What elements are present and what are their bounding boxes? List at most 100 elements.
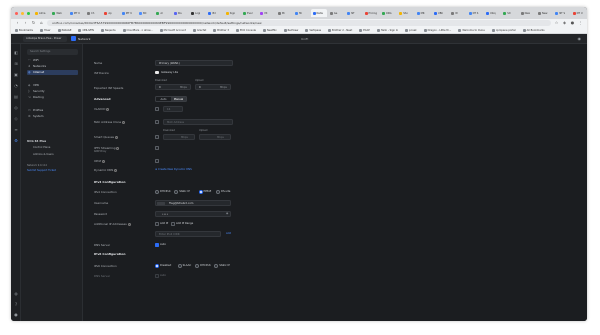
add-ip-range-checkbox[interactable] bbox=[171, 222, 175, 226]
sidebar-item-security[interactable]: ◊ Security bbox=[27, 89, 78, 94]
upnp-checkbox[interactable] bbox=[155, 159, 159, 163]
dashboard-icon[interactable]: ◧ bbox=[13, 50, 19, 56]
browser-tab[interactable]: Sign bbox=[224, 9, 240, 17]
vlan-checkbox[interactable] bbox=[155, 107, 159, 111]
ipv6-radio-dhcpv6[interactable] bbox=[195, 264, 200, 268]
support-ticket-link[interactable]: Submit Support Ticket bbox=[27, 169, 56, 172]
browser-tab[interactable]: Web bbox=[50, 9, 66, 17]
browser-tab[interactable]: Ge bbox=[328, 9, 344, 17]
bookmark-item[interactable]: Cloudflare · n allow... bbox=[122, 28, 153, 32]
ipv6-radio-slaac[interactable] bbox=[177, 264, 182, 268]
minimize-window-icon[interactable] bbox=[21, 11, 24, 15]
account-icon[interactable]: ● bbox=[13, 312, 19, 318]
bookmark-item[interactable]: pcoak bbox=[405, 28, 417, 32]
sidebar-item-admins[interactable]: Admins & Users bbox=[33, 153, 54, 156]
name-input[interactable]: Primary (WAN1) bbox=[155, 60, 233, 66]
browser-tab[interactable]: UBC bbox=[432, 9, 448, 17]
extensions-icon[interactable]: ◈ bbox=[562, 19, 567, 27]
sidebar-item-routing[interactable]: ↝ Routing bbox=[27, 95, 78, 100]
vlan-id-input[interactable]: 16 bbox=[163, 106, 183, 112]
bookmark-item[interactable]: ECO Console bbox=[235, 28, 256, 32]
password-input[interactable]: •••• bbox=[155, 211, 231, 217]
iptv-checkbox[interactable] bbox=[155, 146, 159, 150]
forward-icon[interactable]: › bbox=[23, 19, 28, 27]
create-dynamic-dns-link[interactable]: ⊕ Create New Dynamic DNS bbox=[155, 168, 192, 171]
sidebar-item-networks[interactable]: ⋔ Networks bbox=[27, 64, 78, 69]
browser-tab[interactable]: Mi bbox=[258, 9, 274, 17]
bookmark-item[interactable]: All Bookmarks bbox=[522, 28, 545, 32]
browser-tab[interactable]: Mi bbox=[276, 9, 292, 17]
browser-tab[interactable]: MT U bbox=[120, 9, 136, 17]
advanced-auto-option[interactable]: Auto bbox=[156, 97, 171, 101]
insights-icon[interactable]: ◎ bbox=[13, 105, 19, 111]
smart-download-input[interactable] bbox=[163, 134, 195, 140]
bookmark-item[interactable]: Microsoft Account bbox=[159, 28, 186, 32]
bookmark-item[interactable]: OMLIVEN bbox=[78, 28, 94, 32]
advanced-manual-option[interactable]: Manual bbox=[171, 97, 186, 101]
browser-tab[interactable]: NT bbox=[345, 9, 361, 17]
ipv6-radio-static-ip[interactable] bbox=[214, 264, 219, 268]
sidebar-item-internet[interactable]: ◍ Internet bbox=[27, 70, 78, 75]
browser-tab[interactable]: Netw bbox=[310, 9, 327, 17]
browser-tab[interactable]: Al bbox=[154, 9, 170, 17]
browser-tab[interactable]: NT U bbox=[571, 9, 587, 17]
ipv6-radio-disabled[interactable] bbox=[155, 264, 159, 268]
browser-tab[interactable]: Bd bbox=[137, 9, 153, 17]
username-input[interactable]: fhsg@tzhebrd.com bbox=[155, 200, 231, 206]
bookmark-item[interactable]: Neqenta bbox=[100, 28, 116, 32]
bookmark-item[interactable]: Vertipaas bbox=[305, 28, 321, 32]
bookmark-item[interactable]: Hello - Sign In bbox=[376, 28, 398, 32]
site-selector[interactable]: Antelope Bravo-Ewe - Power bbox=[23, 35, 67, 42]
cidr-input[interactable]: Enter IPv4 CIDR bbox=[155, 231, 221, 237]
address-bar[interactable]: unifi.ui.com/consoles/DC0A3F6A5799000000… bbox=[47, 20, 551, 26]
smart-upload-input[interactable] bbox=[199, 134, 231, 140]
profile-icon[interactable]: ● bbox=[570, 19, 575, 27]
browser-tab[interactable]: New bbox=[536, 9, 552, 17]
bookmark-item[interactable]: PAKAGE bbox=[57, 28, 71, 32]
sidebar-item-profiles[interactable]: ▭ Profiles bbox=[27, 108, 78, 113]
help-icon[interactable]: ? bbox=[13, 302, 19, 308]
logs-icon[interactable]: ≡ bbox=[13, 127, 19, 133]
back-icon[interactable]: ‹ bbox=[15, 19, 20, 27]
close-window-icon[interactable] bbox=[15, 11, 18, 15]
bookmark-item[interactable]: cpropane portal bbox=[491, 28, 516, 32]
browser-tab[interactable]: MT U bbox=[68, 9, 84, 17]
browser-tab[interactable]: Alma bbox=[33, 9, 49, 17]
ipv4-radio-static-ip[interactable] bbox=[174, 190, 179, 194]
show-password-icon[interactable]: ◉ bbox=[226, 212, 228, 215]
sidebar-item-control-plane[interactable]: Control Plane bbox=[33, 146, 50, 149]
settings-gear-icon[interactable]: ⚙ bbox=[13, 138, 19, 144]
browser-tab[interactable]: ORG bbox=[380, 9, 396, 17]
browser-tab[interactable]: Ubiq bbox=[484, 9, 500, 17]
browser-tab[interactable]: Mi bbox=[293, 9, 309, 17]
advanced-mode-toggle[interactable]: Auto Manual bbox=[155, 96, 187, 102]
browser-tab[interactable]: Sho bbox=[397, 9, 413, 17]
bookmark-item[interactable]: Bookmarks bbox=[15, 28, 33, 32]
devices-icon[interactable]: ▣ bbox=[13, 72, 19, 78]
menu-icon[interactable]: ⋮ bbox=[578, 19, 583, 27]
bookmark-item[interactable]: Brother 3 bbox=[213, 28, 229, 32]
bookmark-item[interactable]: ECAP bbox=[359, 28, 370, 32]
browser-tab[interactable]: Ever bbox=[241, 9, 257, 17]
browser-tab[interactable]: Dis bbox=[172, 9, 188, 17]
sidebar-item-vpn[interactable]: ◈ VPN bbox=[27, 83, 78, 88]
notifications-icon[interactable]: ◍ bbox=[13, 291, 19, 297]
add-cidr-button[interactable]: Add bbox=[226, 232, 231, 235]
bookmark-item[interactable]: Dragon - Little th... bbox=[423, 28, 451, 32]
bookmark-star-icon[interactable]: ☆ bbox=[554, 19, 559, 27]
bookmark-item[interactable]: Hiver bbox=[39, 28, 51, 32]
browser-tab[interactable]: NT S bbox=[467, 9, 483, 17]
search-settings-input[interactable]: Search Settings bbox=[27, 49, 78, 55]
browser-tab[interactable]: Ch bbox=[85, 9, 101, 17]
reload-icon[interactable]: ↻ bbox=[31, 19, 36, 27]
mac-clone-checkbox[interactable] bbox=[155, 120, 159, 124]
bookmark-item[interactable]: Gracfet bbox=[192, 28, 206, 32]
mac-address-input[interactable]: MAC Address bbox=[163, 119, 233, 125]
ipv4-radio-ds-lite[interactable] bbox=[216, 190, 220, 194]
browser-tab[interactable]: Ap bbox=[102, 9, 118, 17]
bookmark-item[interactable]: Brother 2 - Neat bbox=[328, 28, 352, 32]
browser-tab[interactable]: W bbox=[449, 9, 465, 17]
browser-tab[interactable]: Bd bbox=[206, 9, 222, 17]
browser-tab[interactable]: Sit bbox=[501, 9, 517, 17]
smart-queues-checkbox[interactable] bbox=[155, 135, 159, 139]
